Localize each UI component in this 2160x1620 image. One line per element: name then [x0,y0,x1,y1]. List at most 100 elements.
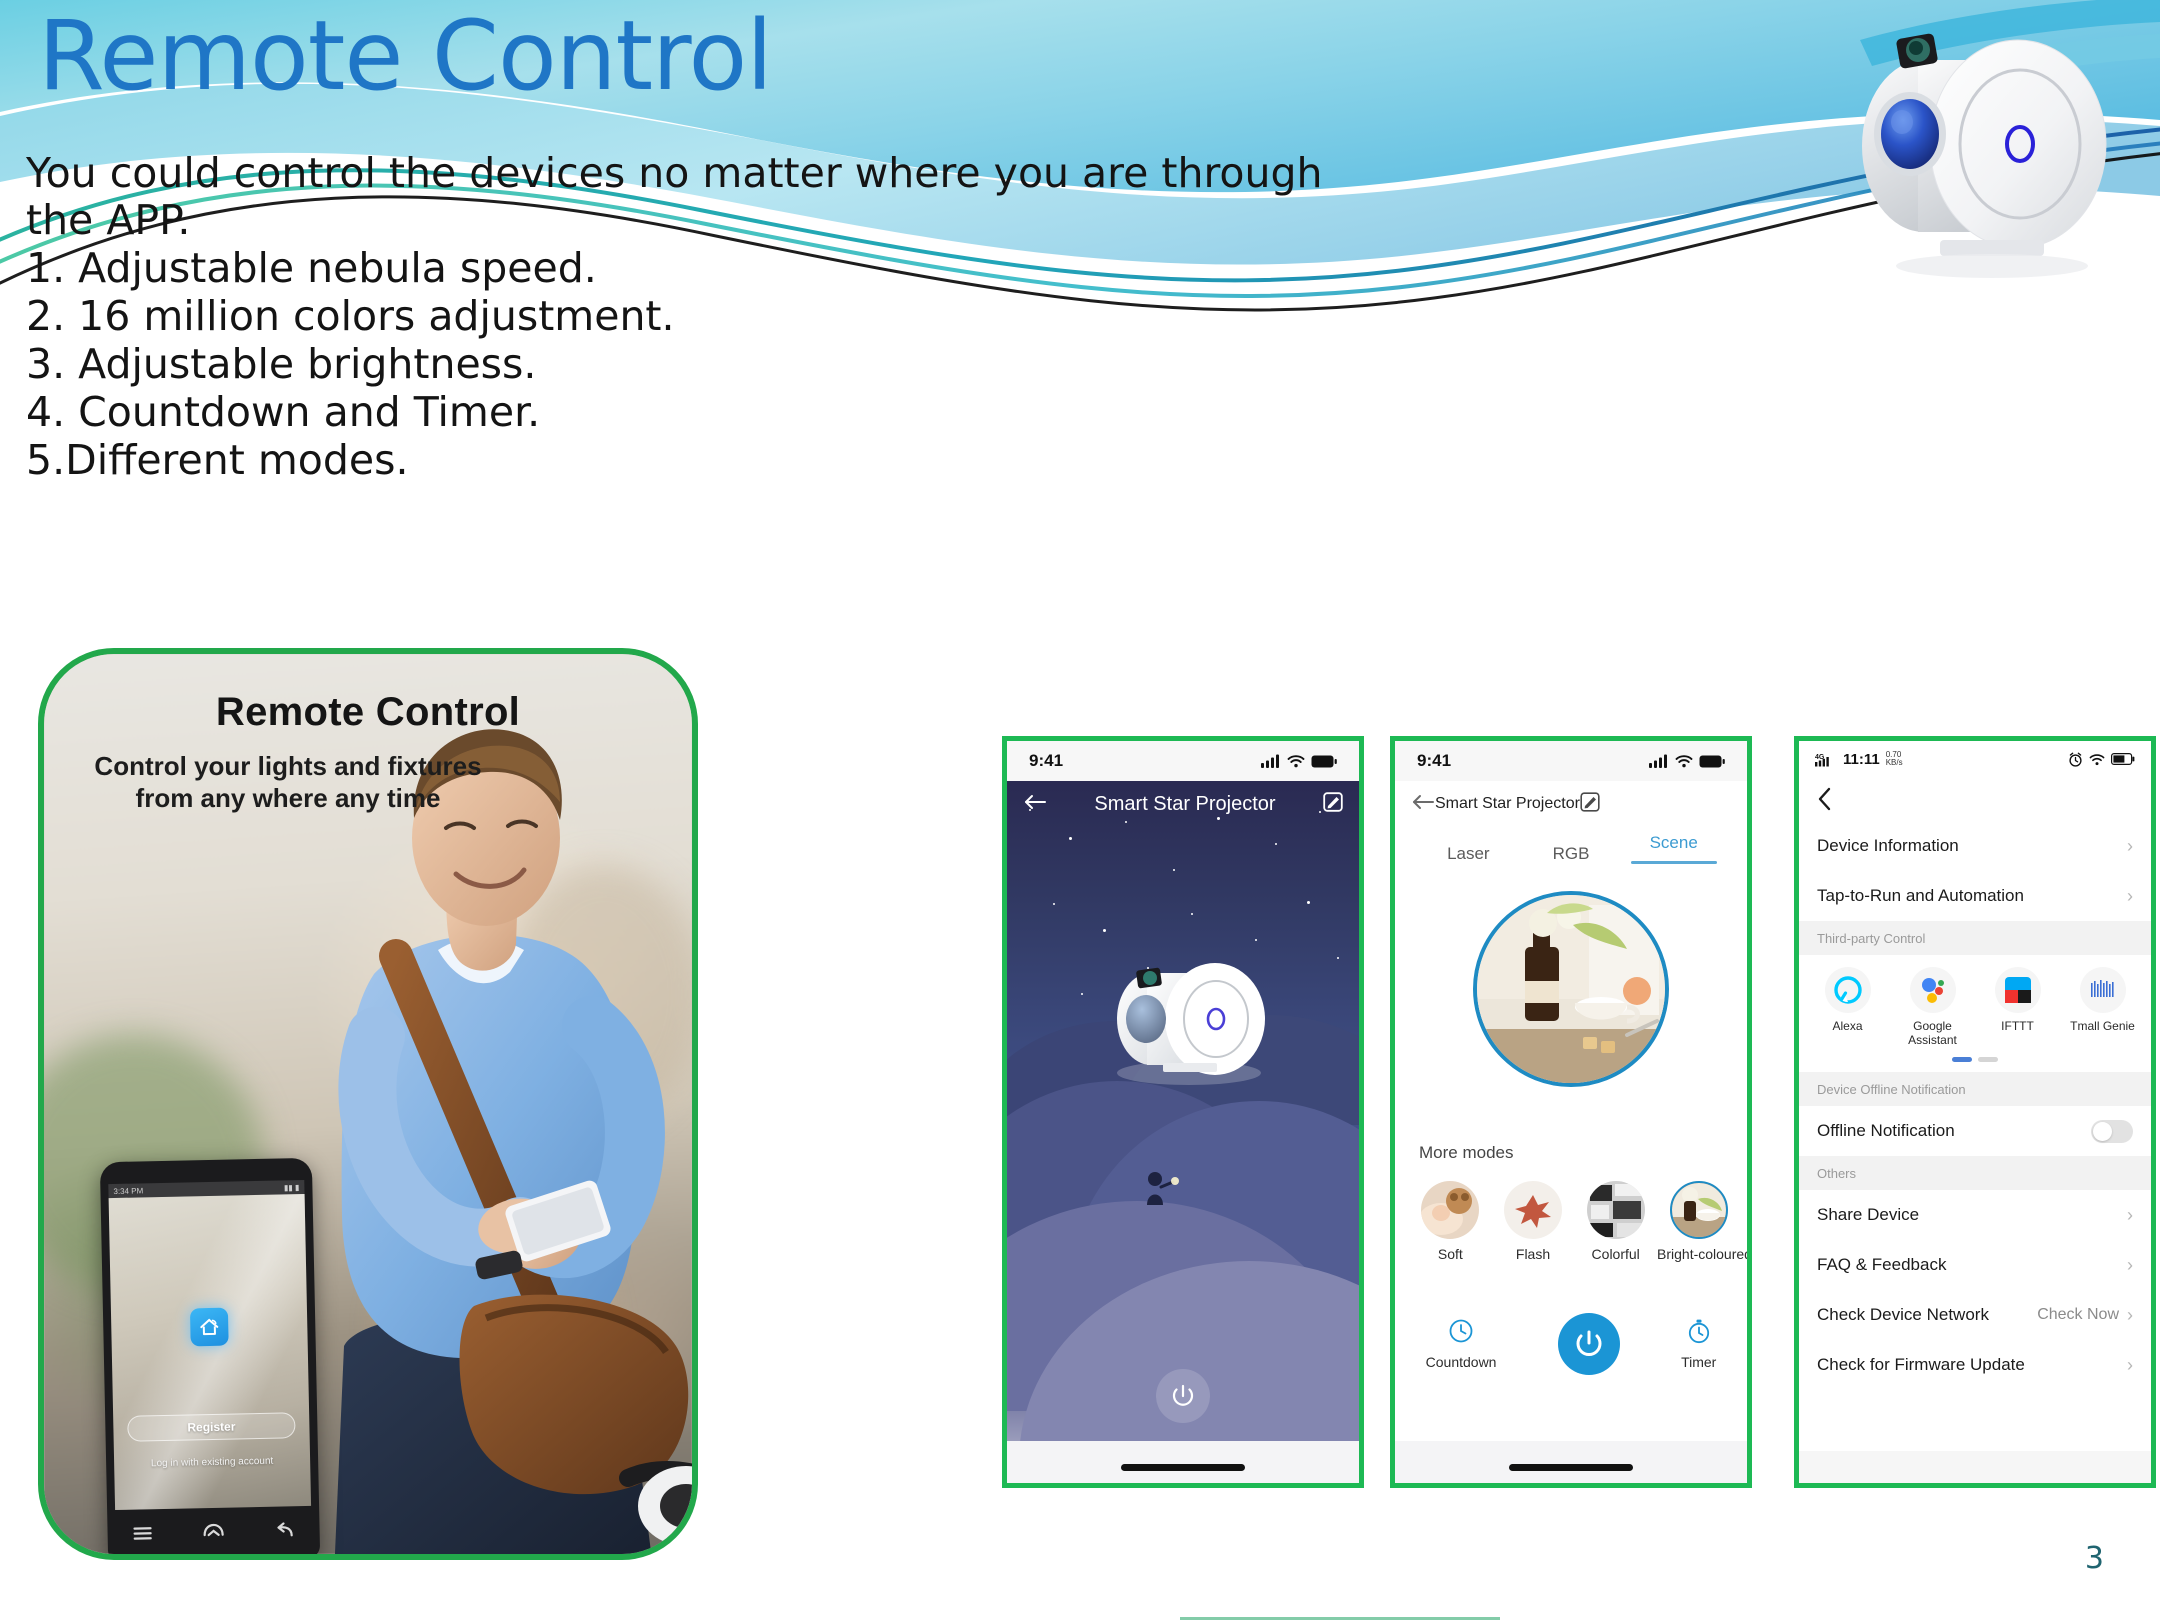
tab-rgb[interactable]: RGB [1520,844,1623,873]
phone1-status-icons [1261,754,1337,768]
mode-bright-coloured-thumbnail [1670,1181,1729,1239]
settings-row-offline-notification[interactable]: Offline Notification [1799,1106,2151,1156]
row-label: Device Information [1817,836,1959,855]
phone-mockup-scene-modes: 9:41 Smart Star Projector Laser RGB Scen… [1390,736,1752,1488]
back-arrow-icon[interactable] [1411,793,1435,816]
phone2-status-icons [1649,754,1725,768]
settings-row-check-firmware-update[interactable]: Check for Firmware Update › [1799,1340,2151,1390]
power-button-circle [1557,1313,1620,1375]
offline-notification-toggle[interactable] [2091,1119,2133,1143]
toggle-knob [2093,1121,2112,1141]
cellular-icon [1649,754,1667,768]
tab-laser[interactable]: Laser [1417,844,1520,873]
chevron-right-icon: › [2127,835,2133,856]
main-power-button[interactable] [1557,1313,1620,1375]
netspeed-unit: KB/s [1885,758,1903,767]
selected-scene-preview[interactable] [1473,891,1669,1087]
body-text-block: You could control the devices no matter … [26,149,1323,484]
settings-row-check-device-network[interactable]: Check Device Network Check Now › [1799,1290,2151,1340]
star [1307,901,1310,904]
phone2-home-indicator[interactable] [1509,1464,1633,1471]
tab-rgb-label: RGB [1552,844,1590,863]
timer-label: Timer [1681,1354,1717,1370]
phone2-tabs: Laser RGB Scene [1395,827,1747,873]
phone3-back-row[interactable] [1799,777,2151,821]
mode-soft[interactable]: Soft [1409,1181,1492,1262]
phone3-bottom-area [1799,1451,2151,1483]
third-party-google-assistant[interactable]: Google Assistant [1895,967,1971,1047]
pager-dot-active[interactable] [1952,1057,1972,1062]
phone2-bottom-area [1395,1441,1747,1483]
alexa-icon [1824,967,1871,1013]
phone-mockup-device-settings: 4G 11:11 0.70 KB/s Device Information › [1794,736,2156,1488]
phone2-time: 9:41 [1417,751,1452,770]
settings-row-tap-to-run[interactable]: Tap-to-Run and Automation › [1799,871,2151,921]
chevron-right-icon: › [2127,1254,2133,1275]
lifestyle-photo-card: Remote Control Control your lights and f… [38,648,698,1560]
projector-device-icon [1117,963,1265,1085]
countdown-label: Countdown [1425,1354,1497,1370]
star-projector-illustration [1862,33,2107,278]
wifi-icon [1287,755,1305,768]
body-line-1: You could control the devices no matter … [26,149,1323,197]
timer-icon [1688,1319,1709,1344]
edit-icon[interactable] [1580,791,1600,817]
settings-row-share-device[interactable]: Share Device › [1799,1190,2151,1240]
countdown-icon [1449,1319,1473,1343]
row-label: FAQ & Feedback [1817,1255,1947,1274]
page-number: 3 [2084,1541,2104,1576]
in-photo-phone-time: 3:34 PM [113,1185,144,1196]
power-button[interactable] [1156,1369,1210,1423]
back-icon[interactable] [274,1521,294,1544]
phone1-home-indicator[interactable] [1121,1464,1245,1471]
phone1-statusbar: 9:41 [1007,741,1359,781]
phone2-navbar: Smart Star Projector [1395,781,1747,827]
mode-flash[interactable]: Flash [1492,1181,1575,1262]
tab-scene[interactable]: Scene [1622,833,1725,873]
third-party-ifttt[interactable]: IFTTT [1980,967,2056,1047]
row-label: Check Device Network [1817,1305,1989,1324]
third-party-alexa[interactable]: Alexa [1810,967,1886,1047]
third-party-alexa-label: Alexa [1832,1019,1863,1033]
phone1-bottom-area [1007,1441,1359,1483]
tmall-genie-icon [2079,967,2126,1013]
in-photo-phone-status-icons: ▮▮ ▮ [283,1182,300,1192]
phone3-time: 11:11 [1843,750,1880,768]
row-label: Tap-to-Run and Automation [1817,886,2024,905]
mode-bright-coloured-label: Bright-coloured [1657,1246,1752,1262]
phone3-netspeed: 0.70 KB/s [1886,751,1903,767]
mode-bright-coloured[interactable]: Bright-coloured [1657,1181,1752,1262]
check-now-value[interactable]: Check Now [2037,1306,2119,1324]
mode-flash-thumbnail [1504,1181,1562,1239]
mode-list: Soft Flash Colorful Bright-coloured [1409,1181,1752,1262]
home-icon[interactable] [202,1522,224,1545]
phone2-statusbar: 9:41 [1395,741,1747,781]
menu-icon[interactable] [132,1525,152,1546]
countdown-control[interactable]: Countdown [1425,1318,1497,1370]
star [1255,939,1257,941]
pager-dot[interactable] [1978,1057,1998,1062]
smart-home-icon [189,1307,229,1347]
settings-row-device-information[interactable]: Device Information › [1799,821,2151,871]
body-line-2: the APP. [26,196,191,244]
star [1275,843,1277,845]
mode-flash-label: Flash [1515,1246,1551,1262]
power-icon [1172,1384,1194,1406]
register-button[interactable]: Register [127,1412,296,1442]
in-photo-phone-screen: Register Log in with existing account [108,1193,312,1511]
battery-icon [2111,753,2135,765]
slide-root: Remote Control You could control the dev… [0,0,2160,1620]
third-party-pager[interactable] [1799,1049,2151,1072]
settings-row-faq-feedback[interactable]: FAQ & Feedback › [1799,1240,2151,1290]
body-line-3: 1. Adjustable nebula speed. [26,244,597,292]
in-photo-phone: 3:34 PM ▮▮ ▮ Register Log in with existi… [99,1157,321,1554]
ifttt-icon [1994,967,2041,1013]
edit-icon[interactable] [1323,791,1343,817]
chevron-left-icon [1818,787,1831,811]
mode-colorful-label: Colorful [1591,1246,1640,1262]
timer-control[interactable]: Timer [1681,1318,1716,1370]
mode-colorful[interactable]: Colorful [1574,1181,1657,1262]
phone2-title: Smart Star Projector [1435,795,1580,812]
third-party-tmall-genie[interactable]: Tmall Genie [2065,967,2141,1047]
back-arrow-icon[interactable] [1023,793,1047,816]
